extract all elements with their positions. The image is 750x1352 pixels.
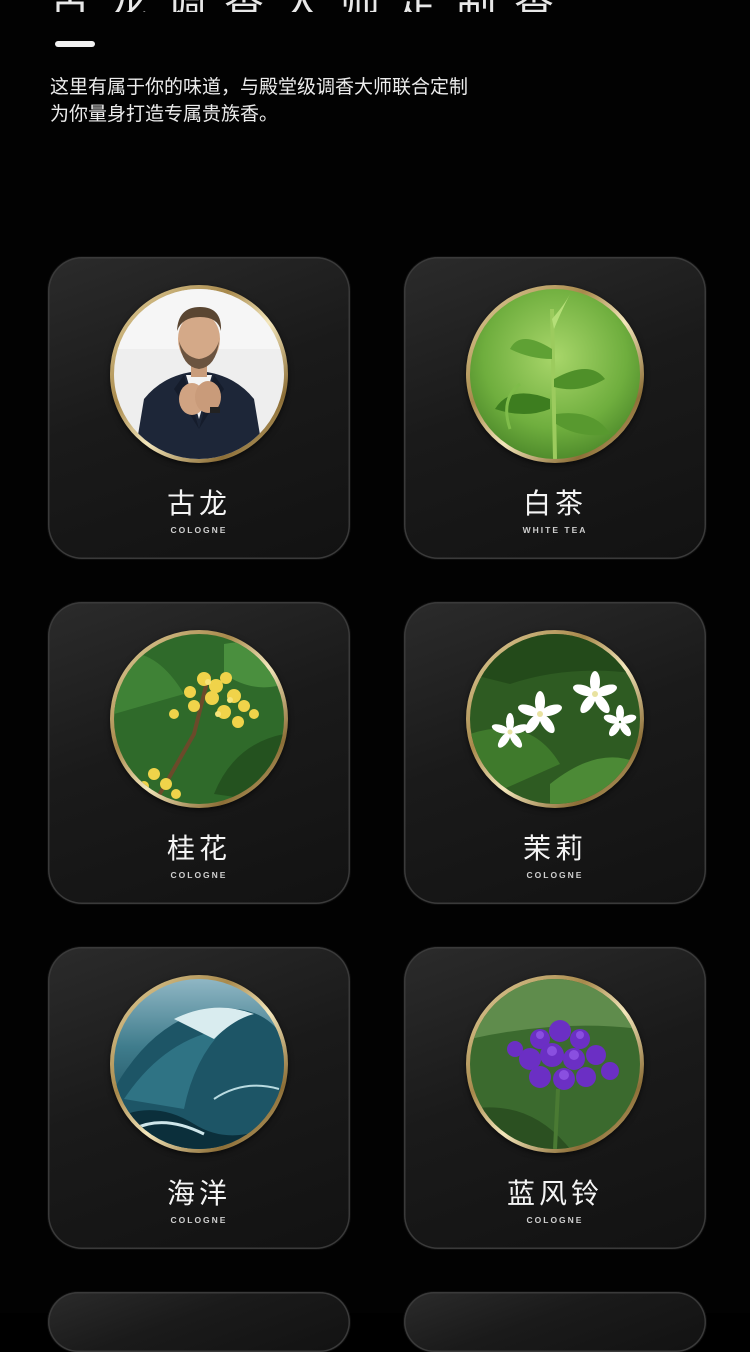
intro-line-2: 为你量身打造专属贵族香。 xyxy=(50,103,279,125)
scent-card-ocean[interactable]: 海洋 COLOGNE xyxy=(48,947,350,1249)
jasmine-flowers-image xyxy=(470,634,640,804)
page-heading-partial: 古龙调香大师定制香氛 xyxy=(50,0,570,12)
scent-name: 茉莉 xyxy=(522,832,587,865)
scent-card-cologne[interactable]: 古龙 COLOGNE xyxy=(48,257,350,559)
gold-ring-frame xyxy=(466,975,644,1153)
gold-ring-frame xyxy=(110,975,288,1153)
scent-subtitle: COLOGNE xyxy=(526,1215,584,1225)
scent-name: 古龙 xyxy=(166,487,231,520)
scent-card-partial-right[interactable] xyxy=(404,1292,706,1352)
intro-line-1: 这里有属于你的味道，与殿堂级调香大师联合定制 xyxy=(50,76,469,98)
bluebell-flowers-image xyxy=(470,979,640,1149)
scent-subtitle: COLOGNE xyxy=(170,1215,228,1225)
scent-subtitle: COLOGNE xyxy=(170,525,228,535)
scent-card-jasmine[interactable]: 茉莉 COLOGNE xyxy=(404,602,706,904)
scent-name: 白茶 xyxy=(522,487,587,520)
scent-name: 蓝风铃 xyxy=(506,1177,603,1210)
tea-leaves-image xyxy=(470,289,640,459)
page: 古龙调香大师定制香氛 这里有属于你的味道，与殿堂级调香大师联合定制 为你量身打造… xyxy=(0,0,750,1352)
scent-subtitle: COLOGNE xyxy=(170,870,228,880)
gold-ring-frame xyxy=(110,630,288,808)
ocean-wave-image xyxy=(114,979,284,1149)
page-heading-text: 古龙调香大师定制香氛 xyxy=(50,0,570,12)
scent-card-white-tea[interactable]: 白茶 WHITE TEA xyxy=(404,257,706,559)
scent-card-bluebell[interactable]: 蓝风铃 COLOGNE xyxy=(404,947,706,1249)
intro-text: 这里有属于你的味道，与殿堂级调香大师联合定制 为你量身打造专属贵族香。 xyxy=(50,74,690,128)
scent-subtitle: COLOGNE xyxy=(526,870,584,880)
scent-card-partial-left[interactable] xyxy=(48,1292,350,1352)
scent-card-osmanthus[interactable]: 桂花 COLOGNE xyxy=(48,602,350,904)
gold-ring-frame xyxy=(110,285,288,463)
man-in-suit-portrait-image xyxy=(114,289,284,459)
scent-name: 桂花 xyxy=(166,832,231,865)
gold-ring-frame xyxy=(466,285,644,463)
scent-name: 海洋 xyxy=(166,1177,231,1210)
heading-accent-bar xyxy=(55,41,95,47)
osmanthus-flowers-image xyxy=(114,634,284,804)
scent-subtitle: WHITE TEA xyxy=(522,525,588,535)
gold-ring-frame xyxy=(466,630,644,808)
